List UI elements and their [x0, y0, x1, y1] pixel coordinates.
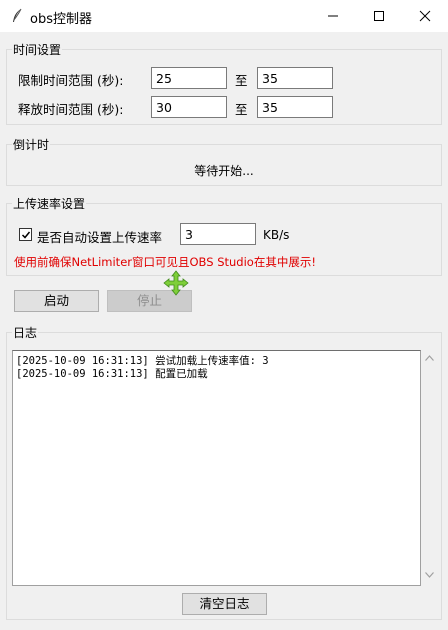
auto-rate-label[interactable]: 是否自动设置上传速率 — [37, 227, 162, 246]
countdown-status: 等待开始... — [194, 164, 254, 178]
maximize-button[interactable] — [356, 0, 402, 32]
log-legend: 日志 — [12, 324, 39, 341]
release-max-input[interactable] — [257, 96, 333, 118]
log-scrollbar[interactable] — [421, 350, 438, 586]
release-range-separator: 至 — [235, 102, 248, 117]
checkmark-icon — [21, 231, 31, 239]
log-line: [2025-10-09 16:31:13] 配置已加载 — [16, 368, 208, 380]
close-icon — [419, 10, 431, 22]
upload-rate-input[interactable] — [180, 223, 256, 245]
minimize-button[interactable] — [310, 0, 356, 32]
minimize-icon — [328, 15, 338, 17]
upload-settings-legend: 上传速率设置 — [12, 195, 87, 212]
title-bar[interactable]: obs控制器 — [0, 0, 448, 32]
limit-min-input[interactable] — [151, 67, 227, 89]
maximize-icon — [374, 11, 384, 21]
time-settings-legend: 时间设置 — [12, 41, 63, 58]
move-cursor-icon — [163, 270, 189, 296]
feather-icon — [10, 8, 24, 24]
limit-max-input[interactable] — [257, 67, 333, 89]
close-button[interactable] — [402, 0, 448, 32]
countdown-legend: 倒计时 — [12, 136, 51, 153]
upload-rate-unit: KB/s — [263, 228, 290, 242]
log-textarea[interactable]: [2025-10-09 16:31:13] 尝试加载上传速率值: 3 [2025… — [12, 350, 421, 586]
scroll-up-arrow-icon[interactable] — [425, 355, 434, 361]
warning-message: 使用前确保NetLimiter窗口可见且OBS Studio在其中展示! — [14, 255, 316, 269]
limit-range-separator: 至 — [235, 73, 248, 88]
release-range-label: 释放时间范围 (秒): — [18, 102, 124, 117]
scroll-down-arrow-icon[interactable] — [425, 572, 434, 578]
auto-rate-checkbox[interactable] — [19, 228, 32, 241]
clear-log-button[interactable]: 清空日志 — [182, 593, 267, 615]
window-title: obs控制器 — [30, 12, 92, 27]
limit-range-label: 限制时间范围 (秒): — [18, 73, 124, 88]
start-button[interactable]: 启动 — [14, 290, 99, 312]
release-min-input[interactable] — [151, 96, 227, 118]
